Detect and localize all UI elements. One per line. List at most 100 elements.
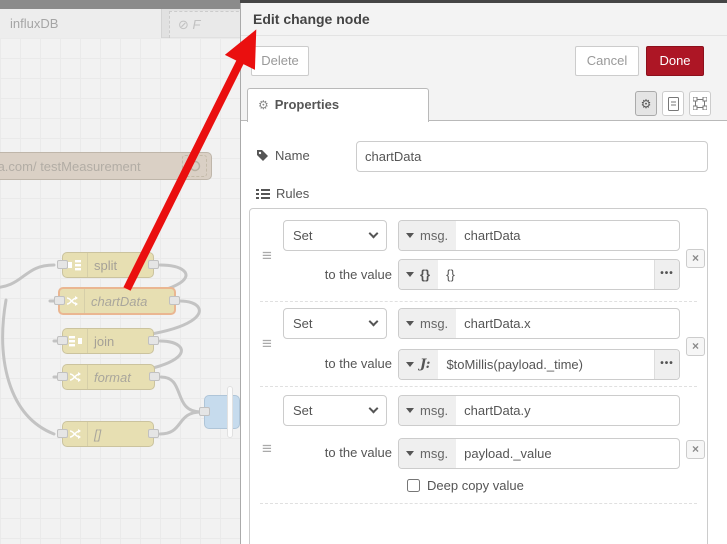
deep-copy-checkbox[interactable] (407, 479, 420, 492)
node-description-button[interactable] (662, 91, 684, 116)
rule1-expand-editor-button[interactable]: ••• (654, 260, 679, 289)
input-port[interactable] (57, 429, 68, 438)
output-port[interactable] (148, 336, 159, 345)
node-chartdata-label: chartData (91, 293, 148, 309)
name-field-label: Name (256, 148, 310, 163)
jsonata-type-label: J: (420, 357, 431, 372)
tray-title: Edit change node (241, 3, 727, 36)
rule1-property-type-button[interactable]: msg. (399, 221, 457, 250)
rule-separator (260, 386, 697, 387)
workspace-scrollbar[interactable] (227, 386, 233, 438)
rule2-action-value: Set (293, 316, 313, 331)
rule1-remove-button[interactable]: × (686, 249, 705, 268)
node-chart-ui[interactable] (199, 395, 240, 429)
input-port[interactable] (199, 407, 210, 416)
msg-type-label: msg. (420, 403, 449, 418)
rule1-action-value: Set (293, 228, 313, 243)
rule2-property-value[interactable]: chartData.x (456, 309, 679, 338)
rule1-value[interactable]: {} (438, 260, 654, 289)
node-split-label: split (94, 257, 118, 273)
rule2-property-input[interactable]: msg. chartData.x (398, 308, 680, 339)
msg-type-label: msg. (420, 446, 449, 461)
tray-toolbar: Delete Cancel Done (241, 36, 727, 85)
tab-properties[interactable]: ⚙ Properties (247, 88, 429, 122)
rule1-value-input[interactable]: {} {} ••• (398, 259, 680, 290)
rule1-action-select[interactable]: Set (283, 220, 387, 251)
rule3-value-input[interactable]: msg. payload._value (398, 438, 680, 469)
caret-down-icon (406, 321, 414, 326)
drag-handle-icon[interactable]: ≡ (262, 247, 272, 264)
rules-section-label: Rules (256, 186, 309, 201)
rule2-property-type-button[interactable]: msg. (399, 309, 457, 338)
rule3-remove-button[interactable]: × (686, 440, 705, 459)
influxdb-icon (182, 155, 207, 177)
deep-copy-row: Deep copy value (407, 478, 524, 493)
document-icon (667, 96, 679, 111)
cancel-button[interactable]: Cancel (575, 46, 639, 76)
done-button[interactable]: Done (646, 46, 704, 76)
rule2-action-select[interactable]: Set (283, 308, 387, 339)
rule-separator (260, 301, 697, 302)
deep-copy-label: Deep copy value (427, 478, 524, 493)
rule3-action-select[interactable]: Set (283, 395, 387, 426)
rule1-property-value[interactable]: chartData (456, 221, 679, 250)
json-type-label: {} (420, 267, 431, 282)
output-port[interactable] (149, 372, 160, 381)
rule3-value[interactable]: payload._value (456, 439, 679, 468)
rule3-property-type-button[interactable]: msg. (399, 396, 457, 425)
rule3-property-input[interactable]: msg. chartData.y (398, 395, 680, 426)
edit-tray: Edit change node Delete Cancel Done ⚙ Pro… (240, 3, 727, 544)
caret-down-icon (406, 272, 414, 277)
delete-button[interactable]: Delete (251, 46, 309, 76)
node-appearance-button[interactable] (689, 91, 711, 116)
input-port[interactable] (57, 260, 68, 269)
gear-icon: ⚙ (640, 96, 652, 111)
to-the-value-label: to the value (324, 267, 392, 282)
node-brackets[interactable]: [] (57, 421, 159, 447)
tab-properties-label: Properties (274, 97, 340, 112)
name-label-text: Name (275, 148, 310, 163)
rule2-expand-editor-button[interactable]: ••• (654, 350, 679, 379)
selection-frame-icon (693, 97, 707, 110)
node-join[interactable]: join (57, 328, 159, 354)
node-format[interactable]: format (57, 364, 160, 390)
to-the-value-label: to the value (324, 445, 392, 460)
gear-icon: ⚙ (258, 98, 269, 112)
caret-down-icon (406, 233, 414, 238)
node-chartdata[interactable]: chartData (54, 287, 180, 315)
tray-tabbar: ⚙ Properties ⚙ (241, 85, 727, 122)
input-port[interactable] (57, 336, 68, 345)
to-the-value-label: to the value (324, 356, 392, 371)
caret-down-icon (406, 362, 414, 367)
node-properties-button[interactable]: ⚙ (635, 91, 657, 116)
rule2-value-type-button[interactable]: J: (399, 350, 439, 379)
list-icon (256, 188, 270, 199)
rule1-property-input[interactable]: msg. chartData (398, 220, 680, 251)
output-port[interactable] (169, 296, 180, 305)
input-port[interactable] (54, 296, 65, 305)
node-split[interactable]: split (57, 252, 159, 278)
output-port[interactable] (148, 260, 159, 269)
rule2-value-input[interactable]: J: $toMillis(payload._time) ••• (398, 349, 680, 380)
caret-down-icon (406, 408, 414, 413)
rule3-property-value[interactable]: chartData.y (456, 396, 679, 425)
msg-type-label: msg. (420, 316, 449, 331)
drag-handle-icon[interactable]: ≡ (262, 335, 272, 352)
rule2-value[interactable]: $toMillis(payload._time) (438, 350, 654, 379)
caret-down-icon (406, 451, 414, 456)
node-join-label: join (94, 333, 115, 349)
rule3-value-type-button[interactable]: msg. (399, 439, 457, 468)
input-port[interactable] (57, 372, 68, 381)
tag-icon (257, 150, 268, 161)
name-input[interactable] (356, 141, 708, 172)
rule2-remove-button[interactable]: × (686, 337, 705, 356)
msg-type-label: msg. (420, 228, 449, 243)
node-influxdb-label: xdata.com/ testMeasurement (0, 158, 141, 174)
output-port[interactable] (148, 429, 159, 438)
flow-workspace[interactable]: influxDB ⊘ F xdata.com/ testMeasurement … (0, 0, 240, 544)
rule-separator (260, 503, 697, 504)
rules-list: ≡ Set msg. chartData to the value {} {} … (249, 208, 708, 544)
node-influxdb-out[interactable]: xdata.com/ testMeasurement (0, 152, 212, 180)
node-format-label: format (94, 369, 131, 385)
rule1-value-type-button[interactable]: {} (399, 260, 439, 289)
